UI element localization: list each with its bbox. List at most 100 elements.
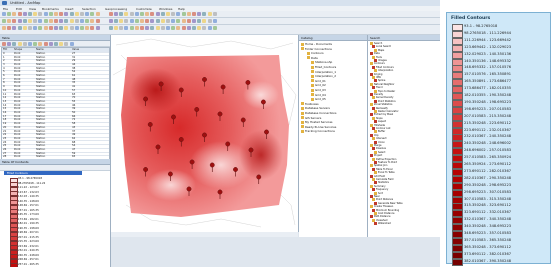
toolbar-button[interactable] xyxy=(48,12,53,16)
toolbar-button[interactable] xyxy=(108,12,113,16)
toolbar-button[interactable] xyxy=(119,26,124,30)
catalog-item[interactable]: Home - Documents xyxy=(301,42,332,46)
toolbar-button[interactable] xyxy=(176,26,181,30)
toolbar-button[interactable] xyxy=(171,26,176,30)
toolbar-button[interactable] xyxy=(85,19,90,23)
selected-layer[interactable]: Filled Contours xyxy=(4,171,82,175)
toolbar-button[interactable] xyxy=(186,19,191,23)
toolbar-button[interactable] xyxy=(155,19,160,23)
toolbar-button[interactable] xyxy=(95,19,100,23)
toolbar-button[interactable] xyxy=(192,19,196,23)
toolbar-button[interactable] xyxy=(22,26,27,30)
toolbar-button[interactable] xyxy=(28,19,32,23)
catalog-item[interactable]: Grid_02 xyxy=(311,83,326,87)
toolbar-button[interactable] xyxy=(145,12,150,16)
toolbar-button[interactable] xyxy=(12,26,17,30)
toolbar-button[interactable] xyxy=(134,26,139,30)
catalog-item[interactable]: Grid_03 xyxy=(311,88,326,92)
toolbar-button[interactable] xyxy=(129,26,134,30)
toolbar-button[interactable] xyxy=(80,12,84,16)
catalog-item[interactable]: Database Connections xyxy=(301,111,337,115)
toolbar-button[interactable] xyxy=(212,12,217,16)
toolbar-button[interactable] xyxy=(22,12,27,16)
toolbar-button[interactable] xyxy=(181,26,186,30)
toolbar-button[interactable] xyxy=(160,26,165,30)
toolbar-button[interactable] xyxy=(7,12,12,16)
toolbar-button[interactable] xyxy=(59,26,64,30)
catalog-item[interactable]: Toolboxes xyxy=(301,102,319,106)
toolbar-button[interactable] xyxy=(124,19,129,23)
toolbar-button[interactable] xyxy=(80,26,84,30)
search-item[interactable]: Watershed xyxy=(374,222,391,226)
toolbar-button[interactable] xyxy=(140,12,144,16)
catalog-item[interactable]: Interpolation_2 xyxy=(311,74,336,78)
toolbar-button[interactable] xyxy=(17,26,22,30)
toolbar-button[interactable] xyxy=(186,26,191,30)
toolbar-button[interactable] xyxy=(176,12,181,16)
toolbar-button[interactable] xyxy=(2,19,6,23)
toolbar-button[interactable] xyxy=(38,12,43,16)
toolbar-button[interactable] xyxy=(54,42,58,46)
toolbar-button[interactable] xyxy=(74,19,79,23)
toolbar-button[interactable] xyxy=(166,12,170,16)
toolbar-button[interactable] xyxy=(160,19,165,23)
toolbar-button[interactable] xyxy=(140,19,144,23)
toolbar-button[interactable] xyxy=(69,19,74,23)
toolbar-button[interactable] xyxy=(145,19,150,23)
toolbar-button[interactable] xyxy=(202,12,207,16)
toolbar-button[interactable] xyxy=(38,26,43,30)
toolbar-button[interactable] xyxy=(38,42,43,46)
toolbar-button[interactable] xyxy=(124,26,129,30)
toolbar-button[interactable] xyxy=(95,12,100,16)
attribute-table[interactable]: FID Shape Name Value 0 Point Station 27 1 Point St… xyxy=(1,47,110,161)
toolbar-button[interactable] xyxy=(28,26,32,30)
catalog-item[interactable]: Tracking Connections xyxy=(301,129,335,133)
toolbar-button[interactable] xyxy=(207,26,212,30)
toolbar-button[interactable] xyxy=(80,19,84,23)
toolbar-button[interactable] xyxy=(7,19,12,23)
toolbar-button[interactable] xyxy=(22,19,27,23)
toolbar-button[interactable] xyxy=(207,19,212,23)
toolbar-button[interactable] xyxy=(28,12,32,16)
toolbar-button[interactable] xyxy=(12,19,17,23)
catalog-item[interactable]: Interpolation_1 xyxy=(311,70,336,74)
toolbar-button[interactable] xyxy=(124,12,129,16)
toolbar-button[interactable] xyxy=(129,19,134,23)
toolbar-button[interactable] xyxy=(48,26,53,30)
toolbar-button[interactable] xyxy=(33,26,38,30)
toolbar-button[interactable] xyxy=(85,26,90,30)
toolbar-button[interactable] xyxy=(85,12,90,16)
map-view[interactable] xyxy=(111,35,299,232)
toolbar-button[interactable] xyxy=(17,42,22,46)
toolbar-button[interactable] xyxy=(43,26,48,30)
toolbar-button[interactable] xyxy=(7,42,12,46)
toolbar-button[interactable] xyxy=(171,12,176,16)
toolbar-button[interactable] xyxy=(17,19,22,23)
toolbar-button[interactable] xyxy=(22,42,27,46)
toolbar-button[interactable] xyxy=(33,12,38,16)
toolbar-button[interactable] xyxy=(12,42,17,46)
toolbar-button[interactable] xyxy=(114,19,118,23)
toolbar-button[interactable] xyxy=(28,42,32,46)
toolbar-button[interactable] xyxy=(90,12,95,16)
toolbar-button[interactable] xyxy=(33,42,38,46)
toolbar-button[interactable] xyxy=(74,26,79,30)
toolbar-button[interactable] xyxy=(150,26,155,30)
toolbar-button[interactable] xyxy=(212,26,217,30)
toolbar-button[interactable] xyxy=(155,12,160,16)
toolbar-button[interactable] xyxy=(38,19,43,23)
toolbar-button[interactable] xyxy=(114,26,118,30)
toolbar-button[interactable] xyxy=(54,19,58,23)
toolbar-button[interactable] xyxy=(74,12,79,16)
toolbar-button[interactable] xyxy=(12,12,17,16)
toolbar-button[interactable] xyxy=(90,19,95,23)
toolbar-button[interactable] xyxy=(95,26,100,30)
toolbar-button[interactable] xyxy=(90,26,95,30)
toolbar-button[interactable] xyxy=(108,26,113,30)
catalog-item[interactable]: Filled_Contours xyxy=(311,65,336,69)
catalog-item[interactable]: Stations.shp xyxy=(311,60,332,64)
toolbar-button[interactable] xyxy=(166,26,170,30)
catalog-item[interactable]: Grid_05 xyxy=(311,97,326,101)
toolbar-button[interactable] xyxy=(140,26,144,30)
toolbar-button[interactable] xyxy=(212,19,217,23)
